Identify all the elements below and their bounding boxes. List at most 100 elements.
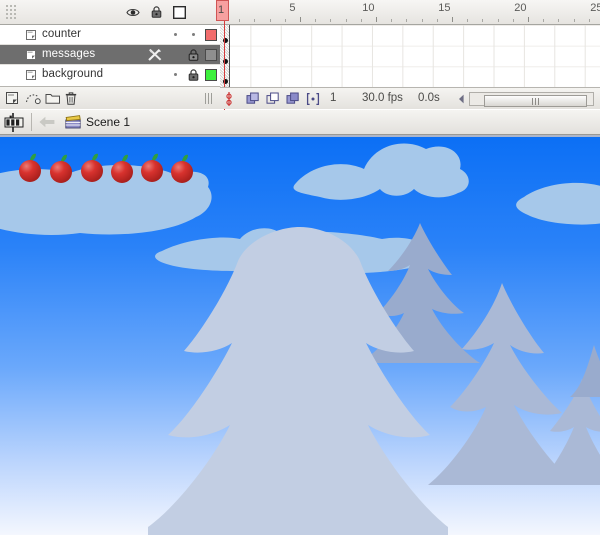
layer-icon	[25, 29, 37, 41]
toolbar-divider	[31, 113, 32, 131]
apple-body	[50, 161, 72, 183]
frame-tick-label: 20	[514, 2, 527, 14]
trash-icon[interactable]	[64, 91, 79, 106]
layer-row-counter[interactable]: counter	[0, 25, 220, 45]
keyframe-column-frame-1[interactable]	[220, 25, 230, 87]
frame-tick	[391, 19, 393, 22]
apple-stem	[30, 153, 36, 161]
layer-outline-color[interactable]	[205, 69, 217, 81]
timeline-horizontal-scrollbar[interactable]	[456, 91, 600, 107]
frame-tick	[558, 19, 560, 22]
timeline-frames-column: 51015202530354045 1	[216, 0, 600, 110]
stage-canvas[interactable]	[0, 135, 600, 535]
layer-visibility-toggle[interactable]	[174, 33, 177, 36]
frame-tick	[330, 19, 332, 22]
layer-row-background[interactable]: background	[0, 65, 220, 85]
film-strip-icon[interactable]	[3, 113, 25, 132]
new-layer-icon[interactable]	[5, 91, 20, 106]
pencil-locked-icon	[147, 48, 163, 62]
frame-tick-label: 10	[362, 2, 375, 14]
frame-tick	[452, 17, 453, 22]
layer-tools-bar	[0, 86, 220, 109]
scroll-left-arrow-icon[interactable]	[456, 93, 467, 105]
apple-body	[81, 160, 103, 182]
edit-multiple-frames-icon[interactable]	[306, 92, 320, 106]
frame-tick	[588, 19, 590, 22]
motion-guide-icon[interactable]	[25, 91, 41, 106]
layer-outline-color[interactable]	[205, 49, 217, 61]
layer-list-column: counter messages background	[0, 0, 220, 110]
frame-tick	[360, 19, 362, 22]
frame-tick	[254, 19, 256, 22]
frame-tick	[315, 19, 317, 22]
apple-stem	[122, 154, 128, 162]
apple	[141, 153, 163, 182]
frame-ruler[interactable]: 51015202530354045	[220, 0, 600, 25]
playhead-marker[interactable]: 1	[216, 0, 229, 21]
apple-body	[111, 161, 133, 183]
flash-editor-window: counter messages background 5 10 15 20 2…	[0, 0, 600, 535]
layer-row-messages[interactable]: messages	[0, 45, 220, 65]
current-frame-readout: 1	[330, 92, 337, 104]
frame-tick	[421, 19, 423, 22]
frame-tick	[528, 17, 529, 22]
scene-label[interactable]: Scene 1	[86, 115, 130, 129]
scrollbar-track[interactable]	[469, 92, 594, 107]
frame-tick	[269, 19, 271, 22]
frame-ruler-labels: 51015202530354045	[220, 2, 600, 16]
back-arrow-icon[interactable]	[38, 115, 56, 129]
frame-tick	[497, 19, 499, 22]
frame-tick	[467, 19, 469, 22]
clapperboard-icon	[65, 114, 81, 130]
stage-artwork	[0, 143, 600, 535]
layer-lock-toggle[interactable]	[188, 69, 199, 81]
apple	[111, 154, 133, 183]
scene-breadcrumb-bar: Scene 1	[0, 110, 600, 135]
apple	[50, 154, 72, 183]
layer-outline-color[interactable]	[205, 29, 217, 41]
fps-readout[interactable]: 30.0 fps	[362, 92, 403, 104]
frame-tick	[543, 19, 545, 22]
layer-visibility-toggle[interactable]	[174, 73, 177, 76]
layer-name: messages	[42, 48, 96, 60]
frame-tick-label: 25	[590, 2, 600, 14]
layer-lock-toggle[interactable]	[192, 33, 195, 36]
frames-grid[interactable]	[220, 25, 600, 87]
frame-tick	[239, 19, 241, 22]
eye-icon[interactable]	[126, 7, 140, 18]
apple-body	[141, 160, 163, 182]
timeline-status-bar: 1 30.0 fps 0.0s	[220, 87, 600, 109]
panel-resize-grip[interactable]	[205, 93, 212, 104]
apple-stem	[182, 154, 188, 162]
frame-tick	[436, 19, 438, 22]
frame-tick	[284, 19, 286, 22]
onion-skin-icon[interactable]	[266, 92, 280, 106]
center-frame-icon[interactable]	[246, 92, 260, 106]
apple-body	[171, 161, 193, 183]
frame-ruler-ticks	[220, 17, 600, 22]
layer-lock-toggle[interactable]	[188, 49, 199, 61]
frame-tick-label: 5	[289, 2, 296, 14]
outline-square-icon[interactable]	[173, 5, 186, 19]
frame-tick-label: 15	[438, 2, 451, 14]
folder-icon[interactable]	[45, 91, 60, 106]
pine-tree-far-right	[570, 345, 600, 397]
scrollbar-thumb[interactable]	[484, 95, 587, 107]
cloud-far-right	[516, 182, 600, 225]
layer-list-header	[0, 0, 220, 25]
timeline-panel: counter messages background 5 10 15 20 2…	[0, 0, 600, 110]
cloud-top-right	[293, 143, 469, 200]
onion-skin-marker-icon[interactable]	[225, 92, 233, 106]
playhead-frame-number: 1	[218, 4, 225, 16]
onion-outline-icon[interactable]	[286, 92, 300, 106]
frame-tick	[512, 19, 514, 22]
apple	[81, 153, 103, 182]
apple-body	[19, 160, 41, 182]
layer-name: background	[42, 68, 104, 80]
layer-name: counter	[42, 28, 82, 40]
apple-stem	[61, 154, 67, 162]
panel-grip-handle[interactable]	[5, 4, 17, 21]
layer-icon	[25, 49, 37, 61]
apple	[19, 153, 41, 182]
lock-icon[interactable]	[151, 6, 162, 18]
